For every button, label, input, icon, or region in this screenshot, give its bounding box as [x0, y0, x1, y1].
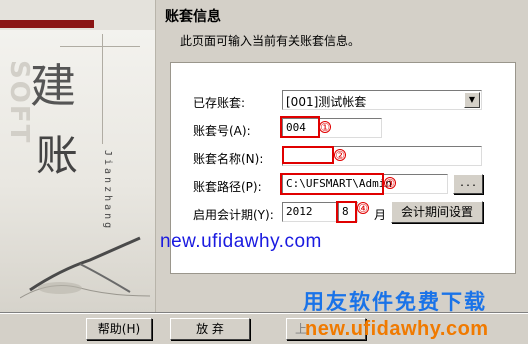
banner-char-zhang: 账	[36, 131, 79, 180]
banner-pinyin: Jianzhang	[102, 150, 113, 232]
annotation-box-1	[280, 116, 320, 138]
account-name-label: 账套名称(N):	[193, 152, 264, 166]
annotation-marker-3: ③	[384, 177, 396, 190]
existing-account-select[interactable]: [001]测试帐套 ▼	[282, 90, 482, 110]
start-year-field[interactable]: 2012	[282, 202, 338, 222]
existing-account-value: [001]测试帐套	[286, 95, 367, 109]
account-path-label: 账套路径(P):	[193, 180, 262, 194]
account-code-label: 账套号(A):	[193, 124, 251, 138]
banner-horizontal-line	[60, 46, 140, 47]
annotation-box-2	[282, 146, 334, 164]
annotation-marker-4: ④	[357, 202, 369, 215]
brush-illustration-icon	[20, 236, 150, 299]
existing-account-label: 已存账套:	[193, 96, 246, 110]
watermark-url-bottom: new.ufidawhy.com	[305, 318, 489, 340]
wizard-banner: SOFT 建 账 Jianzhang	[0, 0, 156, 312]
page-subtitle: 此页面可输入当前有关账套信息。	[180, 34, 361, 48]
help-button[interactable]: 帮助(H)	[86, 318, 152, 340]
annotation-marker-1: ①	[319, 121, 331, 134]
cancel-button[interactable]: 放 弃	[170, 318, 250, 340]
page-title: 账套信息	[165, 9, 221, 25]
footer-separator	[0, 312, 528, 314]
annotation-box-3	[280, 173, 384, 195]
dropdown-arrow-icon[interactable]: ▼	[464, 92, 480, 108]
start-period-label: 启用会计期(Y):	[193, 208, 274, 222]
annotation-box-4	[336, 201, 357, 223]
period-settings-button[interactable]: 会计期间设置	[391, 201, 483, 223]
banner-red-bar	[0, 20, 94, 28]
banner-char-jian: 建	[30, 59, 76, 113]
month-unit-label: 月	[374, 208, 387, 222]
banner-vertical-line	[102, 34, 103, 144]
browse-path-button[interactable]: ...	[453, 174, 483, 194]
watermark-url-top: new.ufidawhy.com	[160, 231, 322, 252]
annotation-marker-2: ②	[334, 149, 346, 162]
